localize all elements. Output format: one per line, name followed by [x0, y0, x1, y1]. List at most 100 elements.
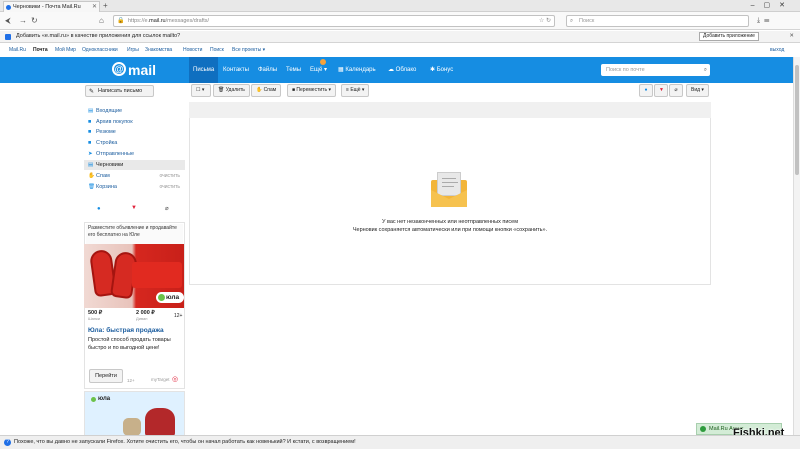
- refresh-message: Похоже, что вы давно не запускали Firefo…: [14, 439, 356, 445]
- nav-themes[interactable]: Темы: [282, 57, 305, 83]
- nav-more[interactable]: Ещё ▾: [306, 57, 331, 83]
- add-application-button[interactable]: Добавить приложение: [699, 32, 759, 41]
- logo-text: mail: [128, 62, 157, 78]
- close-notification-icon[interactable]: ✕: [789, 31, 794, 42]
- nav-contacts[interactable]: Контакты: [219, 57, 253, 83]
- url-domain: mail.ru: [149, 18, 166, 24]
- page-scrollbar[interactable]: [793, 57, 800, 435]
- window-controls[interactable]: –▢✕: [751, 0, 794, 11]
- nav-cloud[interactable]: ☁ Облако: [388, 57, 420, 83]
- folder-icon: ■: [88, 129, 92, 135]
- folder-construction[interactable]: ■ Стройка: [84, 138, 185, 148]
- spam-icon: ✋: [88, 173, 95, 179]
- portal-bar: Mail.Ru Почта Мой Мир Одноклассники Игры…: [0, 44, 800, 56]
- reload-icon[interactable]: ↻: [31, 15, 38, 26]
- price-2: 2 000 ₽ Диван: [136, 310, 155, 321]
- empty-message-line2: Черновик сохраняется автоматически или п…: [352, 227, 548, 233]
- portal-link-all-projects[interactable]: Все проекты ▾: [232, 44, 265, 56]
- delete-button[interactable]: 🗑 Удалить: [213, 84, 250, 97]
- clear-spam-link[interactable]: очистить: [159, 171, 180, 181]
- toolbar-icons[interactable]: ⤓☰: [757, 15, 773, 26]
- age-rating-2: 12+: [127, 378, 135, 383]
- back-icon[interactable]: ⮜: [5, 15, 11, 26]
- ad-go-button[interactable]: Перейти: [89, 369, 123, 383]
- new-tab-icon[interactable]: +: [103, 1, 108, 11]
- price-1: 500 ₽ Шапки: [88, 310, 103, 321]
- filter-flag-icon[interactable]: ▼: [654, 84, 668, 97]
- folder-drafts[interactable]: ▤ Черновики: [84, 160, 185, 170]
- logout-link[interactable]: выход: [770, 44, 784, 56]
- price-2-caption: Диван: [136, 316, 148, 321]
- mail-search-placeholder: Поиск по почте: [606, 67, 645, 73]
- paper-line: [442, 182, 458, 183]
- tab-bar: Черновики - Почта Mail.Ru ✕ + –▢✕: [0, 0, 800, 12]
- url-path: /messages/drafts/: [165, 18, 210, 24]
- url-bar[interactable]: 🔒 https://e.mail.ru/messages/drafts/ ☆ ↻: [113, 15, 555, 27]
- folder-sent[interactable]: ➤ Отправленные: [84, 149, 185, 159]
- portal-link-news[interactable]: Новости: [183, 44, 202, 56]
- spam-icon: ✋: [256, 87, 264, 93]
- mailto-notification-bar: Добавить «e.mail.ru» в качестве приложен…: [0, 31, 800, 43]
- more-button[interactable]: ≡ Ещё ▾: [341, 84, 370, 97]
- notification-badge: [320, 59, 326, 65]
- portal-link-ok[interactable]: Одноклассники: [82, 44, 118, 56]
- bookmark-star-icon[interactable]: ☆ ↻: [539, 16, 551, 26]
- nav-calendar[interactable]: ▦ Календарь: [338, 57, 380, 83]
- portal-link-mailru[interactable]: Mail.Ru: [9, 44, 26, 56]
- url-prefix: https://e.: [128, 18, 150, 24]
- scrollbar-thumb[interactable]: [795, 65, 799, 175]
- folder-resume[interactable]: ■ Резюме: [84, 127, 185, 137]
- browser-tab[interactable]: Черновики - Почта Mail.Ru ✕: [3, 1, 100, 12]
- nav-files[interactable]: Файлы: [254, 57, 281, 83]
- filter-attachment-icon[interactable]: ⌀: [669, 84, 683, 97]
- notification-icon: [5, 34, 11, 40]
- trash-icon: 🗑: [218, 87, 226, 93]
- lock-icon: 🔒: [117, 18, 125, 24]
- nav-letters[interactable]: Письма: [189, 57, 219, 83]
- mail-search-input[interactable]: Поиск по почте ⌕: [601, 64, 710, 76]
- home-icon[interactable]: ⌂: [99, 15, 104, 26]
- folder-inbox[interactable]: ▤ Входящие: [84, 106, 185, 116]
- ad-title[interactable]: Юла: быстрая продажа: [88, 327, 164, 334]
- search-icon[interactable]: ⌕: [704, 64, 707, 76]
- folder-trash[interactable]: 🗑 Корзина очистить: [84, 182, 185, 192]
- ad-top-text: Разместите объявление и продавайте его б…: [86, 224, 183, 244]
- forward-icon[interactable]: →: [19, 15, 27, 26]
- portal-link-mail[interactable]: Почта: [33, 44, 48, 56]
- portal-link-games[interactable]: Игры: [127, 44, 139, 56]
- inbox-icon: ▤: [88, 108, 94, 114]
- empty-envelope-icon: [431, 170, 467, 208]
- folder-icon: ■: [88, 119, 92, 125]
- notification-text: Добавить «e.mail.ru» в качестве приложен…: [16, 33, 181, 39]
- mail-logo[interactable]: @ mail: [112, 62, 156, 78]
- ad-text: Простой способ продать товары быстро и п…: [88, 337, 171, 351]
- compose-button[interactable]: ✎ Написать письмо: [85, 85, 154, 97]
- sent-icon: ➤: [88, 151, 93, 157]
- unread-dot-icon[interactable]: ●: [97, 206, 101, 212]
- view-button[interactable]: Вид ▾: [686, 84, 709, 97]
- portal-link-mymir[interactable]: Мой Мир: [55, 44, 76, 56]
- agent-icon: [700, 426, 706, 432]
- clear-trash-link[interactable]: очистить: [159, 182, 180, 192]
- nav-bonus[interactable]: ✱ Бонус: [430, 57, 457, 83]
- folder-archive[interactable]: ■ Архив покупок: [84, 117, 185, 127]
- firefox-refresh-bar: ? Похоже, что вы давно не запускали Fire…: [0, 435, 800, 449]
- portal-link-search[interactable]: Поиск: [210, 44, 224, 56]
- price-1-caption: Шапки: [88, 316, 101, 321]
- close-tab-icon[interactable]: ✕: [92, 2, 97, 12]
- attachment-icon[interactable]: ⌀: [165, 205, 169, 212]
- yula-logo: юла: [156, 292, 184, 303]
- yula-dot-icon: [158, 294, 165, 301]
- flag-icon[interactable]: ▼: [131, 205, 137, 211]
- ad-block-2[interactable]: юла: [84, 391, 185, 437]
- browser-search-input[interactable]: ⌕ Поиск: [566, 15, 749, 27]
- search-icon: ⌕: [570, 18, 574, 24]
- ad-hat-image: [145, 408, 175, 436]
- portal-link-dating[interactable]: Знакомства: [145, 44, 172, 56]
- at-icon: @: [112, 62, 126, 76]
- folder-spam[interactable]: ✋ Спам очистить: [84, 171, 185, 181]
- spam-button[interactable]: ✋ Спам: [251, 84, 282, 97]
- filter-unread-icon[interactable]: ●: [639, 84, 653, 97]
- select-all-checkbox[interactable]: ☐ ▾: [191, 84, 211, 97]
- move-button[interactable]: ■ Переместить ▾: [287, 84, 336, 97]
